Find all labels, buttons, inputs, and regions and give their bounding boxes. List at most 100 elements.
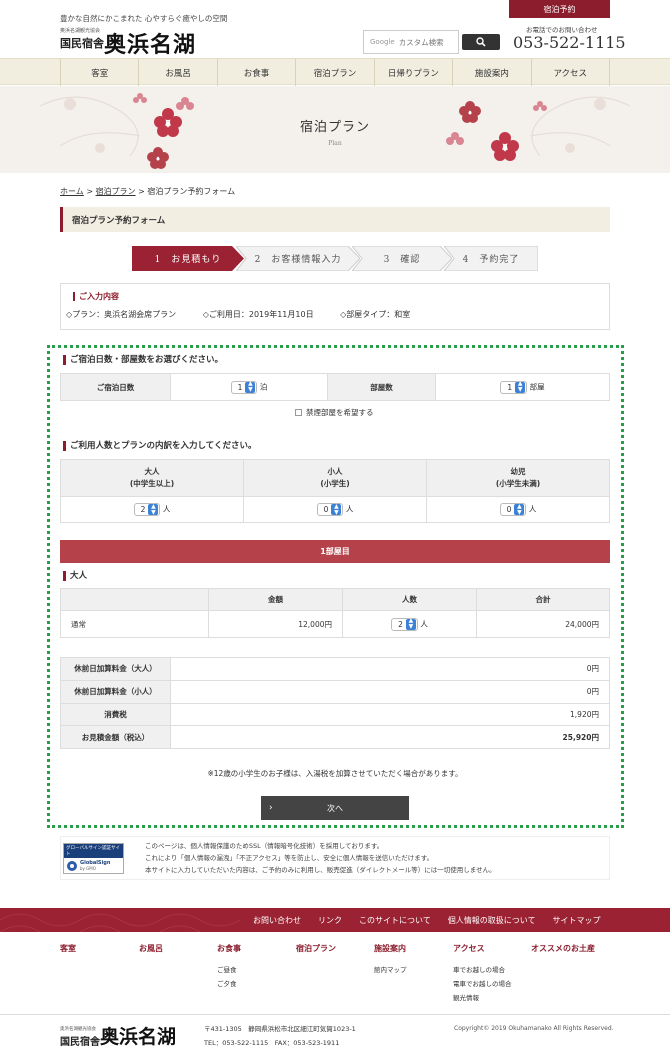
nav-item-rooms[interactable]: 客室 (60, 59, 138, 86)
summary-date: ◇ご利用日：2019年11月10日 (202, 310, 314, 319)
logo-text[interactable]: 国民宿舎 (60, 35, 104, 51)
reserve-button[interactable]: 宿泊予約 (509, 0, 610, 18)
footer-divider (0, 1014, 670, 1015)
footer-sub-train[interactable]: 電車でお越しの場合 (453, 978, 512, 988)
price-table: 金額 人数 合計 通常 12,000円 2 ▲ ▼ 人 24,000円 (60, 588, 610, 638)
nights-cell: 1 ▲ ▼ 泊 (170, 373, 328, 401)
seal-icon (67, 861, 77, 871)
price-header-price: 金額 (208, 588, 343, 611)
adult-header: 大人 (中学生以上) (60, 459, 244, 497)
badge-sub: by GMO (80, 866, 96, 871)
footer-sub-lunch[interactable]: ご昼食 (217, 964, 237, 974)
footer-address: 〒431-1305 静岡県浜松市北区細江町気賀1023-1 TEL：053-52… (204, 1025, 356, 1047)
step-2-num: 2 (254, 255, 262, 265)
adult-cell: 2 ▲ ▼ 人 (60, 496, 244, 523)
badge-title: グローバルサイン認証サイト (64, 844, 123, 858)
child-count-select[interactable]: 0 ▲ ▼ (316, 503, 344, 516)
nights-unit: 泊 (259, 382, 268, 391)
select-arrow-icon: ▲ ▼ (515, 381, 526, 393)
phone-number[interactable]: 053-522-1115 (513, 33, 626, 52)
nav-item-stay-plan[interactable]: 宿泊プラン (295, 59, 373, 86)
rooms-select[interactable]: 1 ▲ ▼ (500, 380, 528, 394)
nav-item-access[interactable]: アクセス (530, 59, 610, 86)
footer-logo-brush[interactable]: 奥浜名湖 (100, 1022, 176, 1049)
rooms-unit: 部屋 (529, 382, 545, 391)
nosmoking-checkbox[interactable] (295, 409, 302, 416)
footer-cat-meals[interactable]: お食事 (217, 943, 241, 954)
nav-item-facilities[interactable]: 施設案内 (452, 59, 530, 86)
next-button[interactable]: › 次へ (261, 796, 409, 820)
search-icon (476, 37, 486, 47)
step-1-label: お見積もり (171, 255, 222, 265)
page-title: 宿泊プラン (299, 120, 370, 135)
footer-logo-subtext: 奥浜名湖観光協会 (60, 1027, 96, 1032)
step-3: 3 確認 (352, 246, 452, 271)
plan-count-cell: 2 ▲ ▼ 人 (342, 610, 477, 638)
step-1-num: 1 (154, 255, 162, 265)
step-2: 2 お客様情報入力 (236, 246, 360, 271)
select-arrow-icon: ▲ ▼ (245, 381, 256, 393)
plan-count-select[interactable]: 2 ▲ ▼ (391, 617, 418, 631)
logo-subtext: 奥浜名湖観光協会 (60, 28, 101, 34)
google-label: Google (370, 38, 395, 46)
price-header-total: 合計 (476, 588, 610, 611)
footer-link-links[interactable]: リンク (318, 915, 342, 926)
nosmoking-label: 禁煙部屋を希望する (306, 408, 374, 417)
rooms-label: 部屋数 (327, 373, 436, 401)
globalsign-badge[interactable]: グローバルサイン認証サイト GlobalSign by GMO (63, 843, 124, 874)
logo-brush[interactable]: 奥浜名湖 (104, 27, 196, 59)
footer-cat-stay-plan[interactable]: 宿泊プラン (296, 943, 336, 954)
summary-value: 0円 (170, 679, 610, 704)
nav-item-meals[interactable]: お食事 (216, 59, 295, 86)
select-arrow-icon: ▲ ▼ (514, 503, 525, 515)
breadcrumb-home[interactable]: ホーム (60, 187, 84, 196)
footer-cat-bath[interactable]: お風呂 (139, 943, 163, 954)
price-header-count: 人数 (342, 588, 477, 611)
site-tagline: 豊かな自然にかこまれた 心やすらぐ癒やしの空間 (60, 14, 228, 23)
breadcrumb-sep: > (86, 187, 94, 196)
adult-section-title: 大人 (63, 571, 87, 581)
nights-select[interactable]: 1 ▲ ▼ (230, 380, 258, 394)
step-4: 4 予約完了 (444, 246, 538, 271)
footer-link-about[interactable]: このサイトについて (359, 915, 431, 926)
progress-steps: 1 お見積もり 2 お客様情報入力 3 確認 4 予約完了 (132, 246, 538, 271)
guests-section-title: ご利用人数とプランの内訳を入力してください。 (63, 441, 257, 451)
footer-link-privacy[interactable]: 個人情報の取扱について (448, 915, 536, 926)
nav-item-bath[interactable]: お風呂 (138, 59, 216, 86)
child-header: 小人 (小学生) (243, 459, 427, 497)
footer-sub-dinner[interactable]: ご夕食 (217, 978, 237, 988)
select-arrow-icon: ▲ ▼ (331, 503, 342, 515)
main-nav: 客室 お風呂 お食事 宿泊プラン 日帰りプラン 施設案内 アクセス (0, 58, 670, 86)
search-button[interactable] (462, 34, 500, 50)
form-heading: 宿泊プラン予約フォーム (60, 207, 610, 232)
nights-label: ご宿泊日数 (60, 373, 171, 401)
footer-sub-sightseeing[interactable]: 観光情報 (453, 992, 479, 1002)
nav-item-day-plan[interactable]: 日帰りプラン (373, 59, 452, 86)
input-summary-row: ◇プラン：奥浜名湖会席プラン ◇ご利用日：2019年11月10日 ◇部屋タイプ：… (66, 309, 434, 320)
footer-cat-access[interactable]: アクセス (453, 943, 485, 954)
infant-count-select[interactable]: 0 ▲ ▼ (499, 503, 527, 516)
footer-cat-rooms[interactable]: 客室 (60, 943, 76, 954)
copyright: Copyright© 2019 Okuhamanako All Rights R… (454, 1025, 614, 1032)
input-summary-box (60, 283, 610, 330)
footer-link-sitemap[interactable]: サイトマップ (553, 915, 601, 926)
breadcrumb-current: 宿泊プラン予約フォーム (147, 187, 236, 196)
footer-sub-map[interactable]: 館内マップ (374, 964, 407, 974)
search-input[interactable] (398, 37, 453, 47)
footer-link-contact[interactable]: お問い合わせ (253, 915, 301, 926)
step-3-num: 3 (383, 255, 391, 265)
summary-label: 休前日加算料金（小人） (60, 679, 171, 704)
step-2-label: お客様情報入力 (271, 255, 342, 265)
footer-sub-car[interactable]: 車でお越しの場合 (453, 964, 505, 974)
plan-price: 12,000円 (208, 610, 343, 638)
footer-cat-souvenirs[interactable]: オススメのお土産 (531, 943, 595, 954)
summary-label: お見積金額（税込） (60, 725, 171, 749)
breadcrumb-plan[interactable]: 宿泊プラン (96, 187, 136, 196)
summary-plan: ◇プラン：奥浜名湖会席プラン (66, 310, 177, 319)
adult-count-select[interactable]: 2 ▲ ▼ (133, 503, 161, 516)
search-box: Google (363, 30, 459, 54)
input-summary-title: ご入力内容 (73, 292, 119, 301)
footer-cat-facilities[interactable]: 施設案内 (374, 943, 406, 954)
plan-name: 通常 (60, 610, 209, 638)
footer-logo-text[interactable]: 国民宿舎 (60, 1033, 100, 1048)
